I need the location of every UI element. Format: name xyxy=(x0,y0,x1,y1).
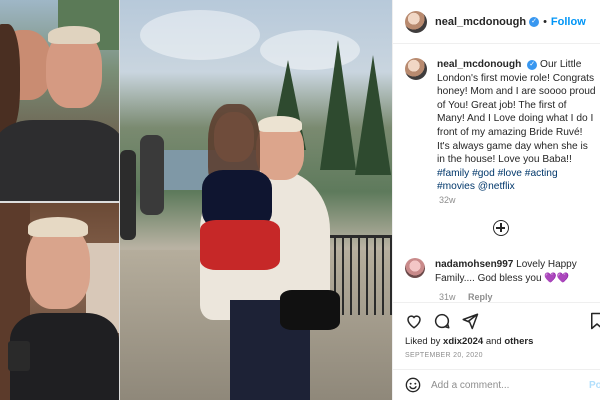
likes-prefix: Liked by xyxy=(405,336,441,347)
comment-item: nadamohsen997 Lovely Happy Family.... Go… xyxy=(405,258,600,285)
caption-hashtags[interactable]: #family #god #love #acting #movies @netf… xyxy=(437,168,558,193)
post-date: SEPTEMBER 20, 2020 xyxy=(405,352,483,359)
separator-dot: • xyxy=(543,15,547,28)
main-photo xyxy=(120,0,392,400)
man-hair xyxy=(48,26,100,44)
outdoor-scene xyxy=(120,0,392,400)
tree xyxy=(355,55,391,175)
caption-text: neal_mcdonough ✓ Our Little London's fir… xyxy=(437,58,597,194)
caption: neal_mcdonough ✓ Our Little London's fir… xyxy=(405,58,597,194)
purple-heart-emoji: 💜💜 xyxy=(544,272,570,284)
cloud xyxy=(140,10,260,60)
load-more-comments-button[interactable] xyxy=(493,220,509,236)
comment-age: 31w xyxy=(439,292,456,302)
likes-others-link[interactable]: others xyxy=(504,336,533,347)
action-bar xyxy=(405,312,489,330)
add-comment-bar: Add a comment... Po xyxy=(393,369,600,400)
share-icon[interactable] xyxy=(461,312,479,330)
post-button[interactable]: Po xyxy=(589,380,600,391)
comment-meta: 31w Reply xyxy=(439,292,493,302)
verified-badge-icon: ✓ xyxy=(529,16,540,27)
heart-icon[interactable] xyxy=(405,312,423,330)
handgun xyxy=(8,341,30,371)
liked-by-user[interactable]: xdix2024 xyxy=(443,336,483,347)
portrait-photo xyxy=(0,203,119,400)
jackets xyxy=(0,120,119,201)
crew-member xyxy=(140,135,164,215)
post-details-panel: neal_mcdonough ✓ • Follow neal_mcdonough… xyxy=(392,0,600,400)
selfie-photo xyxy=(0,0,119,201)
emoji-icon[interactable] xyxy=(405,377,421,393)
verified-badge-icon: ✓ xyxy=(527,60,538,70)
likes-summary: Liked by xdix2024 and others xyxy=(405,336,533,347)
man-hair xyxy=(28,217,88,237)
crew-member xyxy=(120,150,136,240)
reply-button[interactable]: Reply xyxy=(468,292,493,302)
avatar[interactable] xyxy=(405,258,425,278)
likes-conjunction: and xyxy=(485,336,502,347)
avatar[interactable] xyxy=(405,10,427,33)
girl-red-skirt xyxy=(200,220,280,270)
tree xyxy=(320,40,356,170)
caption-age: 32w xyxy=(439,195,456,205)
woman-hair xyxy=(0,24,20,134)
avatar[interactable] xyxy=(405,58,427,80)
comment-username[interactable]: nadamohsen997 xyxy=(435,259,513,270)
post-image[interactable] xyxy=(0,0,392,400)
bookmark-icon[interactable] xyxy=(589,312,600,330)
comment-text: nadamohsen997 Lovely Happy Family.... Go… xyxy=(435,258,585,285)
follow-button[interactable]: Follow xyxy=(551,16,586,28)
man-hair xyxy=(258,116,302,132)
post-header: neal_mcdonough ✓ • Follow xyxy=(393,0,600,44)
caption-username[interactable]: neal_mcdonough xyxy=(437,59,521,70)
photo-collage-left xyxy=(0,0,119,400)
caption-body: Our Little London's first movie role! Co… xyxy=(437,59,596,166)
header-username[interactable]: neal_mcdonough xyxy=(435,16,526,28)
girl-legs xyxy=(280,290,340,330)
comment-icon[interactable] xyxy=(433,312,451,330)
divider xyxy=(393,302,600,303)
add-comment-input[interactable]: Add a comment... xyxy=(431,380,509,391)
